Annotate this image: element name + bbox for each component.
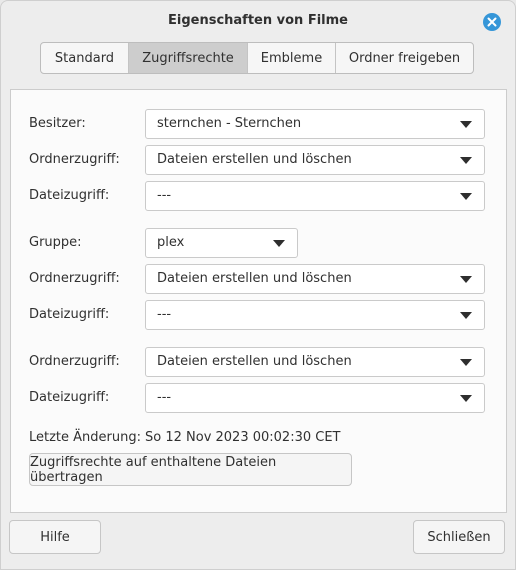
tab-standard[interactable]: Standard bbox=[41, 43, 129, 73]
owner-file-access-combo[interactable]: --- bbox=[145, 181, 485, 211]
group-file-access-combo[interactable]: --- bbox=[145, 300, 485, 330]
tab-bar: Standard Zugriffsrechte Embleme Ordner f… bbox=[40, 42, 474, 74]
owner-value: sternchen - Sternchen bbox=[157, 116, 302, 131]
apply-to-contained-files-button[interactable]: Zugriffsrechte auf enthaltene Dateien üb… bbox=[29, 453, 352, 486]
help-button[interactable]: Hilfe bbox=[9, 520, 101, 554]
permissions-panel: Besitzer: sternchen - Sternchen Ordnerzu… bbox=[10, 89, 507, 513]
owner-combo[interactable]: sternchen - Sternchen bbox=[145, 109, 485, 139]
others-file-access-label: Dateizugriff: bbox=[29, 390, 110, 405]
group-file-access-label: Dateizugriff: bbox=[29, 307, 110, 322]
properties-dialog: Eigenschaften von Filme Standard Zugriff… bbox=[0, 0, 516, 570]
dropdown-arrow-icon bbox=[460, 312, 472, 319]
last-change-label: Letzte Änderung: bbox=[29, 430, 141, 445]
dropdown-arrow-icon bbox=[460, 359, 472, 366]
owner-folder-access-combo[interactable]: Dateien erstellen und löschen bbox=[145, 145, 485, 175]
others-folder-access-combo[interactable]: Dateien erstellen und löschen bbox=[145, 347, 485, 377]
others-folder-access-label: Ordnerzugriff: bbox=[29, 354, 120, 369]
owner-label: Besitzer: bbox=[29, 116, 86, 131]
close-window-button[interactable] bbox=[483, 13, 501, 31]
tab-ordner-freigeben[interactable]: Ordner freigeben bbox=[336, 43, 473, 73]
group-label: Gruppe: bbox=[29, 235, 82, 250]
group-folder-access-value: Dateien erstellen und löschen bbox=[157, 271, 352, 286]
owner-file-access-value: --- bbox=[157, 188, 172, 203]
tab-zugriffsrechte[interactable]: Zugriffsrechte bbox=[129, 43, 248, 73]
others-file-access-value: --- bbox=[157, 390, 172, 405]
window-title: Eigenschaften von Filme bbox=[168, 13, 348, 28]
dropdown-arrow-icon bbox=[460, 193, 472, 200]
group-combo[interactable]: plex bbox=[145, 228, 298, 258]
others-file-access-combo[interactable]: --- bbox=[145, 383, 485, 413]
owner-folder-access-label: Ordnerzugriff: bbox=[29, 152, 120, 167]
dropdown-arrow-icon bbox=[460, 395, 472, 402]
owner-folder-access-value: Dateien erstellen und löschen bbox=[157, 152, 352, 167]
dropdown-arrow-icon bbox=[460, 276, 472, 283]
last-change-value: So 12 Nov 2023 00:02:30 CET bbox=[145, 430, 341, 445]
group-folder-access-combo[interactable]: Dateien erstellen und löschen bbox=[145, 264, 485, 294]
owner-file-access-label: Dateizugriff: bbox=[29, 188, 110, 203]
group-folder-access-label: Ordnerzugriff: bbox=[29, 271, 120, 286]
titlebar: Eigenschaften von Filme bbox=[1, 1, 515, 41]
group-file-access-value: --- bbox=[157, 307, 172, 322]
dropdown-arrow-icon bbox=[460, 157, 472, 164]
group-value: plex bbox=[157, 235, 185, 250]
dropdown-arrow-icon bbox=[460, 121, 472, 128]
tab-embleme[interactable]: Embleme bbox=[248, 43, 336, 73]
close-button[interactable]: Schließen bbox=[413, 520, 505, 554]
dropdown-arrow-icon bbox=[273, 240, 285, 247]
others-folder-access-value: Dateien erstellen und löschen bbox=[157, 354, 352, 369]
close-icon bbox=[487, 17, 497, 27]
